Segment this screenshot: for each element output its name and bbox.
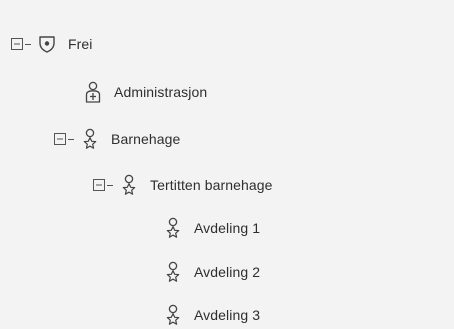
tree-node-label[interactable]: Tertitten barnehage: [150, 177, 273, 193]
minus-box-icon[interactable]: [54, 133, 66, 145]
tree-connector: [107, 184, 113, 186]
tree-node-avdeling-3[interactable]: Avdeling 3: [163, 303, 260, 327]
group-star-icon: [163, 217, 183, 239]
collapse-toggle-barnehage[interactable]: [54, 127, 80, 151]
tree-node-label[interactable]: Avdeling 3: [194, 307, 260, 323]
organization-tree: Frei Administrasjon Barnehage Tertitten …: [0, 0, 454, 329]
tree-node-label[interactable]: Frei: [68, 36, 93, 52]
minus-box-icon[interactable]: [11, 38, 23, 50]
minus-box-icon[interactable]: [93, 179, 105, 191]
tree-node-label[interactable]: Avdeling 2: [194, 264, 260, 280]
group-star-icon: [163, 261, 183, 283]
tree-node-administrasjon[interactable]: Administrasjon: [83, 80, 207, 104]
tree-node-avdeling-2[interactable]: Avdeling 2: [163, 260, 260, 284]
group-star-icon: [119, 174, 139, 196]
tree-node-label[interactable]: Administrasjon: [114, 84, 207, 100]
tree-node-label[interactable]: Barnehage: [111, 131, 180, 147]
tree-node-tertitten-barnehage[interactable]: Tertitten barnehage: [93, 173, 273, 197]
group-star-icon: [80, 128, 100, 150]
unit-icon: [83, 81, 103, 103]
group-star-icon: [163, 304, 183, 326]
tree-node-frei[interactable]: Frei: [11, 32, 93, 56]
tree-node-avdeling-1[interactable]: Avdeling 1: [163, 216, 260, 240]
tree-connector: [68, 138, 74, 140]
collapse-toggle-frei[interactable]: [11, 32, 37, 56]
collapse-toggle-tertitten[interactable]: [93, 173, 119, 197]
tree-connector: [25, 43, 31, 45]
tree-node-label[interactable]: Avdeling 1: [194, 220, 260, 236]
tree-node-barnehage[interactable]: Barnehage: [54, 127, 180, 151]
shield-icon: [37, 33, 57, 55]
